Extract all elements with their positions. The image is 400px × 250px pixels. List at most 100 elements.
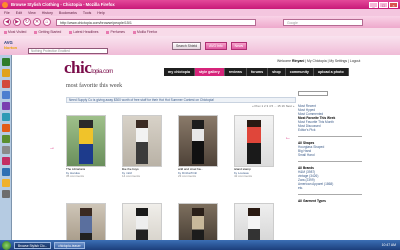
card-caption: island stamp by Louisaa 42 comments (234, 167, 278, 179)
desktop-app-icon[interactable] (2, 113, 10, 121)
outfit-card[interactable] (66, 203, 110, 240)
toolbar-search-input[interactable]: Nothing Protection Enabled (28, 48, 108, 54)
annotation-arrow-left: → (49, 145, 55, 151)
site-nav: my chictopia style gallery reviews forum… (164, 68, 349, 76)
window-title: Browse Stylish Clothing - Chictopia - Mo… (11, 2, 115, 7)
window-controls: _ □ × (369, 1, 398, 8)
outfit-card[interactable]: island stamp by Louisaa 42 comments (234, 115, 278, 179)
desktop-app-icon[interactable] (2, 69, 10, 77)
desktop-app-icon[interactable] (2, 58, 10, 66)
desktop-app-icon[interactable] (2, 91, 10, 99)
card-caption: wild and cruel ha... by DrizkaTrinh 23 c… (178, 167, 222, 179)
outfit-card[interactable] (122, 203, 166, 240)
outfit-photo[interactable] (234, 203, 274, 240)
home-icon[interactable]: ⌂ (43, 18, 51, 26)
chictopia-logo[interactable]: chictopia.com (64, 58, 113, 78)
menu-file[interactable]: File (4, 11, 10, 15)
taskbar-clock: 10:47 AM (381, 243, 396, 247)
taskbar-item-folder[interactable]: chictopia-teaser (54, 241, 85, 249)
avg-info-button[interactable]: AVG Info (205, 41, 227, 50)
tab-shop[interactable]: shop (268, 68, 286, 76)
menu-bar: File Edit View History Bookmarks Tools H… (0, 9, 400, 16)
desktop-app-icon[interactable] (2, 190, 10, 198)
desktop-app-icon[interactable] (2, 157, 10, 165)
norton-brand: Norton (4, 44, 18, 50)
bookmark-item[interactable]: Latest Headlines (69, 30, 98, 34)
filter-option[interactable]: etc. (298, 186, 362, 190)
bookmark-item[interactable]: Most Visited (4, 30, 26, 34)
outfit-photo[interactable] (122, 203, 162, 240)
reload-icon[interactable]: ↻ (23, 18, 31, 26)
brands-filter: All Brands H&M (3987) vintage (3426) Zar… (298, 161, 362, 190)
bookmark-item[interactable]: Perfumes (106, 30, 125, 34)
tab-my-chictopia[interactable]: my chictopia (164, 68, 195, 76)
outfit-photo[interactable] (122, 115, 162, 167)
outfit-card[interactable] (178, 203, 222, 240)
menu-tools[interactable]: Tools (83, 11, 91, 15)
desktop-app-icon[interactable] (2, 102, 10, 110)
bookmark-item[interactable]: Getting Started (34, 30, 61, 34)
close-button[interactable]: × (389, 1, 398, 8)
search-shield-button[interactable]: Search Shield (172, 41, 202, 50)
desktop-app-icon[interactable] (2, 135, 10, 143)
menu-view[interactable]: View (28, 11, 36, 15)
outfit-photo[interactable] (234, 115, 274, 167)
news-button[interactable]: News (230, 41, 248, 50)
card-comments[interactable]: 35 comments (66, 175, 110, 179)
site-search-input[interactable] (298, 91, 328, 96)
start-button[interactable] (2, 240, 11, 250)
card-comments[interactable]: 42 comments (234, 175, 278, 179)
outfit-card[interactable]: The Librarians by Haruka 35 comments (66, 115, 110, 179)
filter-option[interactable]: Small Hand (298, 153, 362, 157)
card-comments[interactable]: 14 comments (122, 175, 166, 179)
account-links[interactable]: | My Chictopia | My Settings | Logout (305, 59, 360, 63)
outfit-card[interactable]: wild and cruel ha... by DrizkaTrinh 23 c… (178, 115, 222, 179)
stop-icon[interactable]: ✕ (33, 18, 41, 26)
sort-link[interactable]: Editor's Pick (298, 128, 362, 132)
contest-banner[interactable]: Need Supply Co is giving away $300 worth… (66, 97, 296, 103)
shapes-filter: All Shapes Hourglass Shaped Big Hand Sma… (298, 136, 362, 157)
url-bar[interactable]: http://www.chictopia.com/browse/people/1… (56, 18, 256, 26)
outfit-photo[interactable] (178, 115, 218, 167)
tab-community[interactable]: community (285, 68, 314, 76)
tab-forums[interactable]: forums (246, 68, 269, 76)
filter-sidebar: Most Recent Most Hyped Most Commented Mo… (298, 91, 362, 203)
security-toolbar: AVG Norton Nothing Protection Enabled Se… (0, 36, 400, 55)
desktop-app-icon[interactable] (2, 179, 10, 187)
outfit-photo[interactable] (178, 203, 218, 240)
desktop-app-icon[interactable] (2, 168, 10, 176)
tab-reviews[interactable]: reviews (224, 68, 247, 76)
pagination[interactable]: « Prev 1 2 3 4 5 ... 15 16 Next » (252, 104, 294, 108)
back-icon[interactable]: ◀ (3, 18, 11, 26)
outfit-photo[interactable] (66, 203, 106, 240)
bookmark-item[interactable]: Moilla Firefox (133, 30, 157, 34)
desktop-app-icon[interactable] (2, 80, 10, 88)
menu-history[interactable]: History (42, 11, 53, 15)
desktop-app-icon[interactable] (2, 124, 10, 132)
outfit-card[interactable]: like the boys by mitzi 14 comments (122, 115, 166, 179)
card-caption: like the boys by mitzi 14 comments (122, 167, 166, 179)
minimize-button[interactable]: _ (369, 1, 378, 8)
menu-bookmarks[interactable]: Bookmarks (59, 11, 77, 15)
web-search-input[interactable]: Google (283, 18, 363, 26)
outfit-card[interactable] (234, 203, 278, 240)
logo-sub: topia.com (91, 69, 113, 75)
menu-help[interactable]: Help (97, 11, 104, 15)
menu-edit[interactable]: Edit (16, 11, 22, 15)
forward-icon[interactable]: ▶ (13, 18, 21, 26)
avg-logo: AVG Norton (4, 40, 24, 52)
page-title: most favorite this week (66, 83, 123, 89)
maximize-button[interactable]: □ (379, 1, 388, 8)
windows-taskbar: Browse Stylish Clo... chictopia-teaser 1… (0, 240, 400, 250)
welcome-text: Welcome (277, 59, 292, 63)
tab-style-gallery[interactable]: style gallery (194, 68, 225, 76)
tab-upload-photo[interactable]: upload a photo (313, 68, 349, 76)
card-caption: The Librarians by Haruka 35 comments (66, 167, 110, 179)
card-comments[interactable]: 23 comments (178, 175, 222, 179)
taskbar-item-firefox[interactable]: Browse Stylish Clo... (14, 241, 52, 249)
username-link[interactable]: Rinyani (292, 59, 304, 63)
navigation-toolbar: ◀ ▶ ↻ ✕ ⌂ http://www.chictopia.com/brows… (0, 16, 400, 28)
outfit-photo[interactable] (66, 115, 106, 167)
page-content: Welcome Rinyani | My Chictopia | My Sett… (12, 55, 400, 240)
desktop-app-icon[interactable] (2, 146, 10, 154)
